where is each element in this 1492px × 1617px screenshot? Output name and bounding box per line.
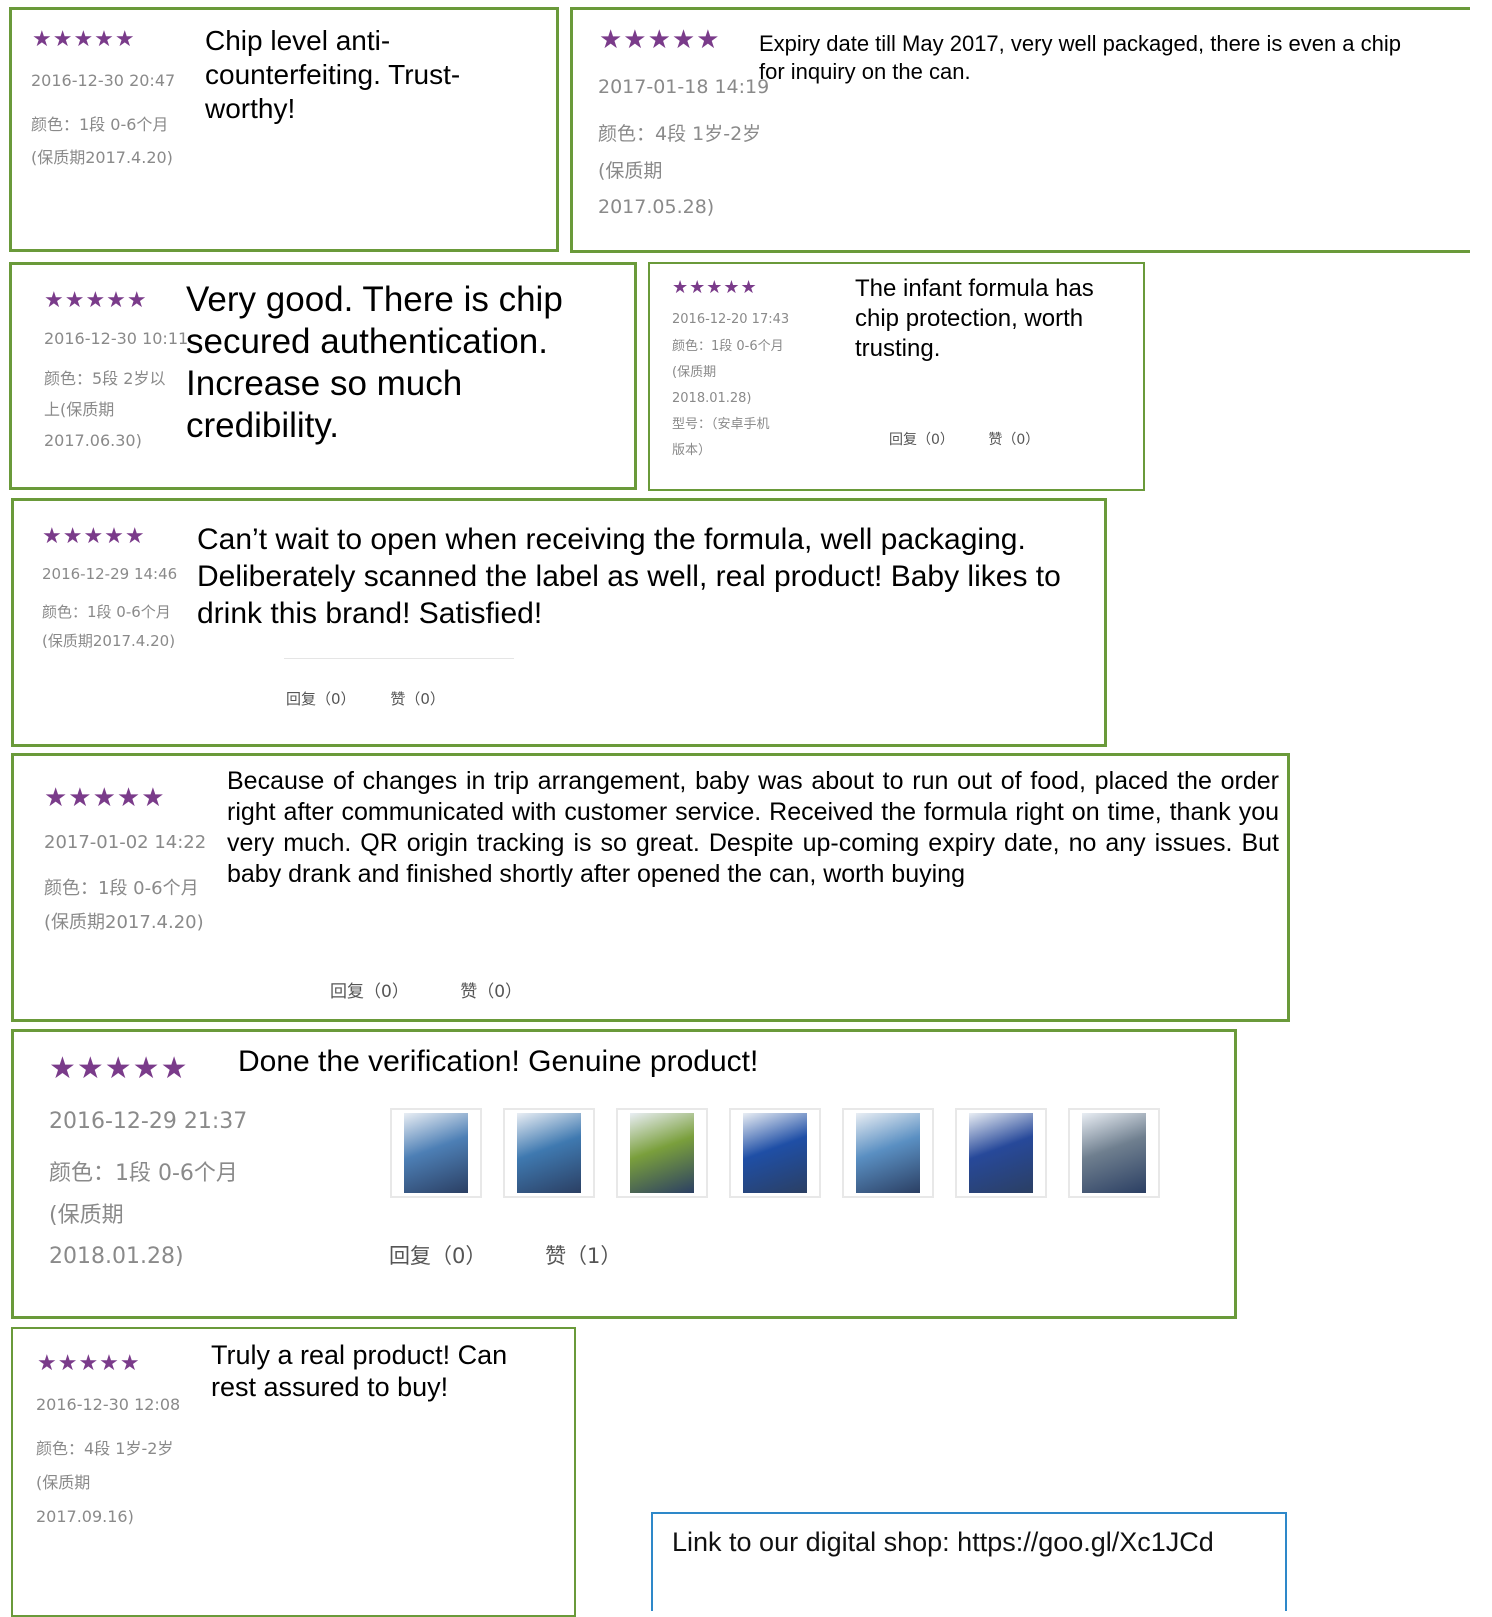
review-expiry: 2017.05.28) — [598, 196, 715, 218]
review-card: ★★★★★ 2016-12-20 17:43 颜色：1段 0-6个月 (保质期 … — [648, 262, 1145, 491]
review-date: 2017-01-02 14:22 — [44, 832, 207, 853]
reply-button[interactable]: 回复（0） — [330, 977, 409, 1002]
review-expiry: 2018.01.28) — [672, 391, 752, 406]
star-rating: ★★★★★ — [599, 24, 721, 54]
like-button[interactable]: 赞（1） — [545, 1240, 621, 1270]
review-variant: 颜色：1段 0-6个月 — [44, 878, 199, 899]
review-actions: 回复（0） 赞（0） — [286, 688, 445, 709]
formula-can-label-photo — [630, 1113, 694, 1193]
review-expiry: 2017.06.30) — [44, 431, 142, 450]
review-variant: 颜色：1段 0-6个月 — [31, 115, 169, 134]
review-expiry: (保质期 — [598, 160, 663, 182]
star-rating: ★★★★★ — [672, 277, 758, 297]
review-meta: 2016-12-30 20:47 颜色：1段 0-6个月 (保质期2017.4.… — [31, 70, 175, 169]
review-date: 2016-12-20 17:43 — [672, 312, 790, 327]
review-variant: 颜色：1段 0-6个月 — [672, 339, 784, 354]
blue-lid-photo — [969, 1113, 1033, 1193]
review-expiry: (保质期 — [36, 1473, 91, 1492]
review-meta: 2016-12-29 21:37 颜色：1段 0-6个月 (保质期 2018.0… — [49, 1108, 247, 1271]
review-date: 2017-01-18 14:19 — [598, 76, 770, 98]
review-card: ★★★★★ 2017-01-18 14:19 颜色：4段 1岁-2岁 (保质期 … — [570, 7, 1470, 253]
star-rating: ★★★★★ — [42, 523, 146, 548]
review-variant: 颜色：4段 1岁-2岁 — [36, 1439, 174, 1458]
review-text: Done the verification! Genuine product! — [238, 1045, 759, 1078]
review-meta: 2016-12-30 12:08 颜色：4段 1岁-2岁 (保质期 2017.0… — [36, 1394, 180, 1528]
review-photo-thumbnail[interactable] — [616, 1108, 708, 1198]
review-meta: 2016-12-20 17:43 颜色：1段 0-6个月 (保质期 2018.0… — [672, 311, 789, 460]
review-expiry: (保质期 — [672, 365, 717, 380]
like-button[interactable]: 赞（0） — [988, 429, 1039, 449]
divider — [284, 658, 514, 659]
like-button[interactable]: 赞（0） — [460, 977, 522, 1002]
blue-scoop-photo — [743, 1113, 807, 1193]
review-meta: 2017-01-18 14:19 颜色：4段 1岁-2岁 (保质期 2017.0… — [598, 74, 769, 221]
review-photo-thumbnail[interactable] — [842, 1108, 934, 1198]
barcode-photo — [856, 1113, 920, 1193]
review-card: ★★★★★ 2016-12-30 10:11 颜色：5段 2岁以 上(保质期 2… — [9, 262, 637, 490]
like-button[interactable]: 赞（0） — [390, 688, 445, 709]
star-rating: ★★★★★ — [44, 782, 166, 812]
formula-can-photo — [404, 1113, 468, 1193]
review-date: 2016-12-29 14:46 — [42, 565, 178, 583]
review-actions: 回复（0） 赞（1） — [389, 1240, 621, 1270]
review-card: ★★★★★ 2016-12-29 14:46 颜色：1段 0-6个月 (保质期2… — [11, 498, 1107, 747]
review-expiry: (保质期 — [49, 1203, 124, 1228]
review-photo-thumbnail[interactable] — [955, 1108, 1047, 1198]
review-card: ★★★★★ 2016-12-30 12:08 颜色：4段 1岁-2岁 (保质期 … — [11, 1327, 576, 1617]
review-expiry: (保质期2017.4.20) — [42, 632, 176, 650]
review-card: ★★★★★ 2016-12-29 21:37 颜色：1段 0-6个月 (保质期 … — [11, 1029, 1237, 1319]
review-variant: 颜色：1段 0-6个月 — [42, 603, 171, 621]
review-meta: 2016-12-30 10:11 颜色：5段 2岁以 上(保质期 2017.06… — [44, 329, 188, 451]
review-date: 2016-12-30 12:08 — [36, 1395, 181, 1414]
review-date: 2016-12-30 10:11 — [44, 329, 189, 348]
review-text: Because of changes in trip arrangement, … — [227, 767, 1279, 888]
shop-link-box: Link to our digital shop: https://goo.gl… — [651, 1512, 1287, 1611]
review-text: Truly a real product! Can rest assured t… — [211, 1340, 508, 1402]
review-date: 2016-12-29 21:37 — [49, 1109, 248, 1134]
review-meta: 2017-01-02 14:22 颜色：1段 0-6个月 (保质期2017.4.… — [44, 831, 206, 935]
shop-link[interactable]: Link to our digital shop: https://goo.gl… — [672, 1527, 1214, 1558]
packaging-photo — [1082, 1113, 1146, 1193]
reply-button[interactable]: 回复（0） — [389, 1240, 486, 1270]
review-actions: 回复（0） 赞（0） — [889, 429, 1039, 449]
review-text: The infant formula has chip protection, … — [855, 275, 1094, 362]
review-variant: 颜色：4段 1岁-2岁 — [598, 123, 762, 145]
reply-button[interactable]: 回复（0） — [889, 429, 954, 449]
reply-button[interactable]: 回复（0） — [286, 688, 356, 709]
review-text: Chip level anti-counterfeiting. Trust-wo… — [205, 25, 461, 124]
review-variant: 颜色：1段 0-6个月 — [49, 1161, 238, 1186]
review-expiry: 2018.01.28) — [49, 1244, 184, 1269]
review-text: Expiry date till May 2017, very well pac… — [759, 31, 1401, 84]
review-expiry: (保质期2017.4.20) — [44, 912, 204, 933]
star-rating: ★★★★★ — [37, 1350, 141, 1375]
review-meta: 2016-12-29 14:46 颜色：1段 0-6个月 (保质期2017.4.… — [42, 564, 177, 651]
review-photo-thumbnail[interactable] — [390, 1108, 482, 1198]
review-actions: 回复（0） 赞（0） — [330, 977, 522, 1002]
review-card: ★★★★★ 2016-12-30 20:47 颜色：1段 0-6个月 (保质期2… — [9, 7, 559, 252]
formula-box-photo — [517, 1113, 581, 1193]
review-expiry: 上(保质期 — [44, 400, 115, 419]
review-variant: 颜色：5段 2岁以 — [44, 369, 166, 388]
star-rating: ★★★★★ — [32, 26, 136, 51]
star-rating: ★★★★★ — [44, 287, 148, 312]
review-expiry: (保质期2017.4.20) — [31, 148, 173, 167]
review-photo-thumbnail[interactable] — [1068, 1108, 1160, 1198]
review-model: 版本） — [672, 443, 712, 458]
review-model: 型号：（安卓手机 — [672, 417, 770, 432]
review-photo-thumbnail[interactable] — [729, 1108, 821, 1198]
review-photo-thumbnail[interactable] — [503, 1108, 595, 1198]
review-date: 2016-12-30 20:47 — [31, 71, 176, 90]
review-expiry: 2017.09.16) — [36, 1507, 134, 1526]
review-text: Can’t wait to open when receiving the fo… — [197, 523, 1061, 630]
review-text: Very good. There is chip secured authent… — [186, 280, 563, 445]
star-rating: ★★★★★ — [49, 1052, 189, 1085]
review-card: ★★★★★ 2017-01-02 14:22 颜色：1段 0-6个月 (保质期2… — [11, 753, 1290, 1022]
